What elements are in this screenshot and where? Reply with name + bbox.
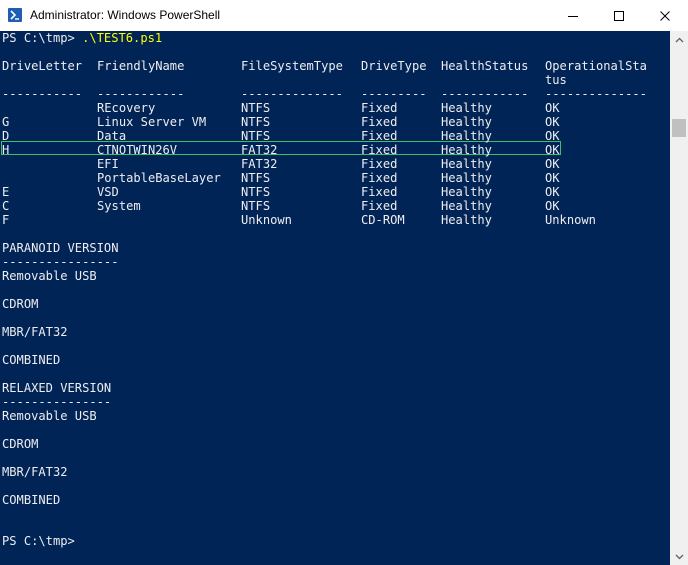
paranoid-item: CDROM bbox=[2, 297, 39, 311]
table-cell: OK bbox=[545, 157, 560, 171]
table-cell: Fixed bbox=[361, 157, 398, 171]
table-separator: -------------- bbox=[241, 87, 343, 101]
table-cell: H bbox=[2, 143, 10, 157]
table-cell: NTFS bbox=[241, 199, 271, 213]
table-cell: NTFS bbox=[241, 129, 271, 143]
final-prompt: PS C:\tmp> bbox=[2, 534, 75, 548]
table-cell: Healthy bbox=[441, 101, 492, 115]
title-bar[interactable]: Administrator: Windows PowerShell bbox=[0, 0, 688, 32]
table-cell: OK bbox=[545, 171, 560, 185]
table-cell: Healthy bbox=[441, 171, 492, 185]
table-cell: PortableBaseLayer bbox=[97, 171, 221, 185]
table-cell: Healthy bbox=[441, 115, 492, 129]
table-cell: Healthy bbox=[441, 213, 492, 227]
relaxed-underline: --------------- bbox=[2, 395, 112, 409]
command-line: PS C:\tmp> .\TEST6.ps1 bbox=[2, 31, 162, 45]
table-cell: NTFS bbox=[241, 101, 271, 115]
paranoid-underline: ---------------- bbox=[2, 255, 119, 269]
table-cell: Fixed bbox=[361, 199, 398, 213]
table-header: DriveLetter bbox=[2, 59, 83, 73]
table-header: DriveType bbox=[361, 59, 427, 73]
table-separator: ------------ bbox=[97, 87, 185, 101]
table-header: FriendlyName bbox=[97, 59, 185, 73]
scroll-thumb[interactable] bbox=[672, 119, 686, 137]
table-cell: OK bbox=[545, 199, 560, 213]
table-header: FileSystemType bbox=[241, 59, 343, 73]
close-button[interactable] bbox=[642, 0, 688, 31]
table-header: HealthStatus bbox=[441, 59, 529, 73]
table-cell: Fixed bbox=[361, 129, 398, 143]
relaxed-item: MBR/FAT32 bbox=[2, 465, 68, 479]
table-cell: Fixed bbox=[361, 115, 398, 129]
powershell-icon[interactable] bbox=[8, 8, 22, 22]
table-cell: REcovery bbox=[97, 101, 156, 115]
table-cell: OK bbox=[545, 129, 560, 143]
table-header: OperationalSta bbox=[545, 59, 647, 73]
table-separator: --------- bbox=[361, 87, 427, 101]
table-cell: Linux Server VM bbox=[97, 115, 207, 129]
table-cell: CTNOTWIN26V bbox=[97, 143, 178, 157]
chevron-down-icon bbox=[675, 554, 683, 559]
relaxed-item: CDROM bbox=[2, 437, 39, 451]
table-cell: NTFS bbox=[241, 115, 271, 129]
table-separator: -------------- bbox=[545, 87, 647, 101]
table-header-wrap: tus bbox=[545, 73, 567, 87]
table-cell: EFI bbox=[97, 157, 119, 171]
table-cell: C bbox=[2, 199, 10, 213]
table-cell: Unknown bbox=[241, 213, 292, 227]
table-cell: Healthy bbox=[441, 199, 492, 213]
table-cell: FAT32 bbox=[241, 157, 278, 171]
window-title: Administrator: Windows PowerShell bbox=[30, 8, 221, 22]
scroll-up-button[interactable] bbox=[670, 31, 688, 48]
table-cell: FAT32 bbox=[241, 143, 278, 157]
minimize-icon bbox=[568, 15, 578, 17]
scroll-down-button[interactable] bbox=[670, 548, 688, 565]
table-cell: D bbox=[2, 129, 10, 143]
chevron-up-icon bbox=[675, 37, 683, 42]
relaxed-item: Removable USB bbox=[2, 409, 97, 423]
table-cell: E bbox=[2, 185, 10, 199]
table-cell: Healthy bbox=[441, 143, 492, 157]
table-cell: OK bbox=[545, 115, 560, 129]
table-cell: Data bbox=[97, 129, 127, 143]
relaxed-heading: RELAXED VERSION bbox=[2, 381, 112, 395]
maximize-icon bbox=[614, 10, 624, 21]
table-separator: ----------- bbox=[2, 87, 83, 101]
table-cell: Fixed bbox=[361, 171, 398, 185]
close-icon bbox=[660, 10, 670, 21]
table-cell: Healthy bbox=[441, 129, 492, 143]
console-output[interactable]: PS C:\tmp> .\TEST6.ps1 DriveLetter Friend… bbox=[0, 31, 670, 565]
table-cell: NTFS bbox=[241, 185, 271, 199]
table-cell: G bbox=[2, 115, 10, 129]
table-separator: ------------ bbox=[441, 87, 529, 101]
powershell-window: Administrator: Windows PowerShell PS C:\… bbox=[0, 0, 688, 565]
paranoid-item: MBR/FAT32 bbox=[2, 325, 68, 339]
table-cell: CD-ROM bbox=[361, 213, 405, 227]
vertical-scrollbar[interactable] bbox=[670, 31, 688, 565]
paranoid-item: Removable USB bbox=[2, 269, 97, 283]
table-cell: Healthy bbox=[441, 157, 492, 171]
maximize-button[interactable] bbox=[596, 0, 642, 31]
table-cell: NTFS bbox=[241, 171, 271, 185]
table-cell: F bbox=[2, 213, 10, 227]
prompt-text: PS C:\tmp> bbox=[2, 31, 83, 45]
table-cell: OK bbox=[545, 101, 560, 115]
minimize-button[interactable] bbox=[550, 0, 596, 31]
table-cell: Unknown bbox=[545, 213, 596, 227]
command-text: .\TEST6.ps1 bbox=[82, 31, 163, 45]
table-cell: Fixed bbox=[361, 101, 398, 115]
paranoid-item: COMBINED bbox=[2, 353, 61, 367]
relaxed-item: COMBINED bbox=[2, 493, 61, 507]
table-cell: System bbox=[97, 199, 141, 213]
paranoid-heading: PARANOID VERSION bbox=[2, 241, 119, 255]
table-cell: VSD bbox=[97, 185, 119, 199]
table-cell: OK bbox=[545, 143, 560, 157]
table-cell: Healthy bbox=[441, 185, 492, 199]
table-cell: Fixed bbox=[361, 185, 398, 199]
table-cell: Fixed bbox=[361, 143, 398, 157]
table-cell: OK bbox=[545, 185, 560, 199]
